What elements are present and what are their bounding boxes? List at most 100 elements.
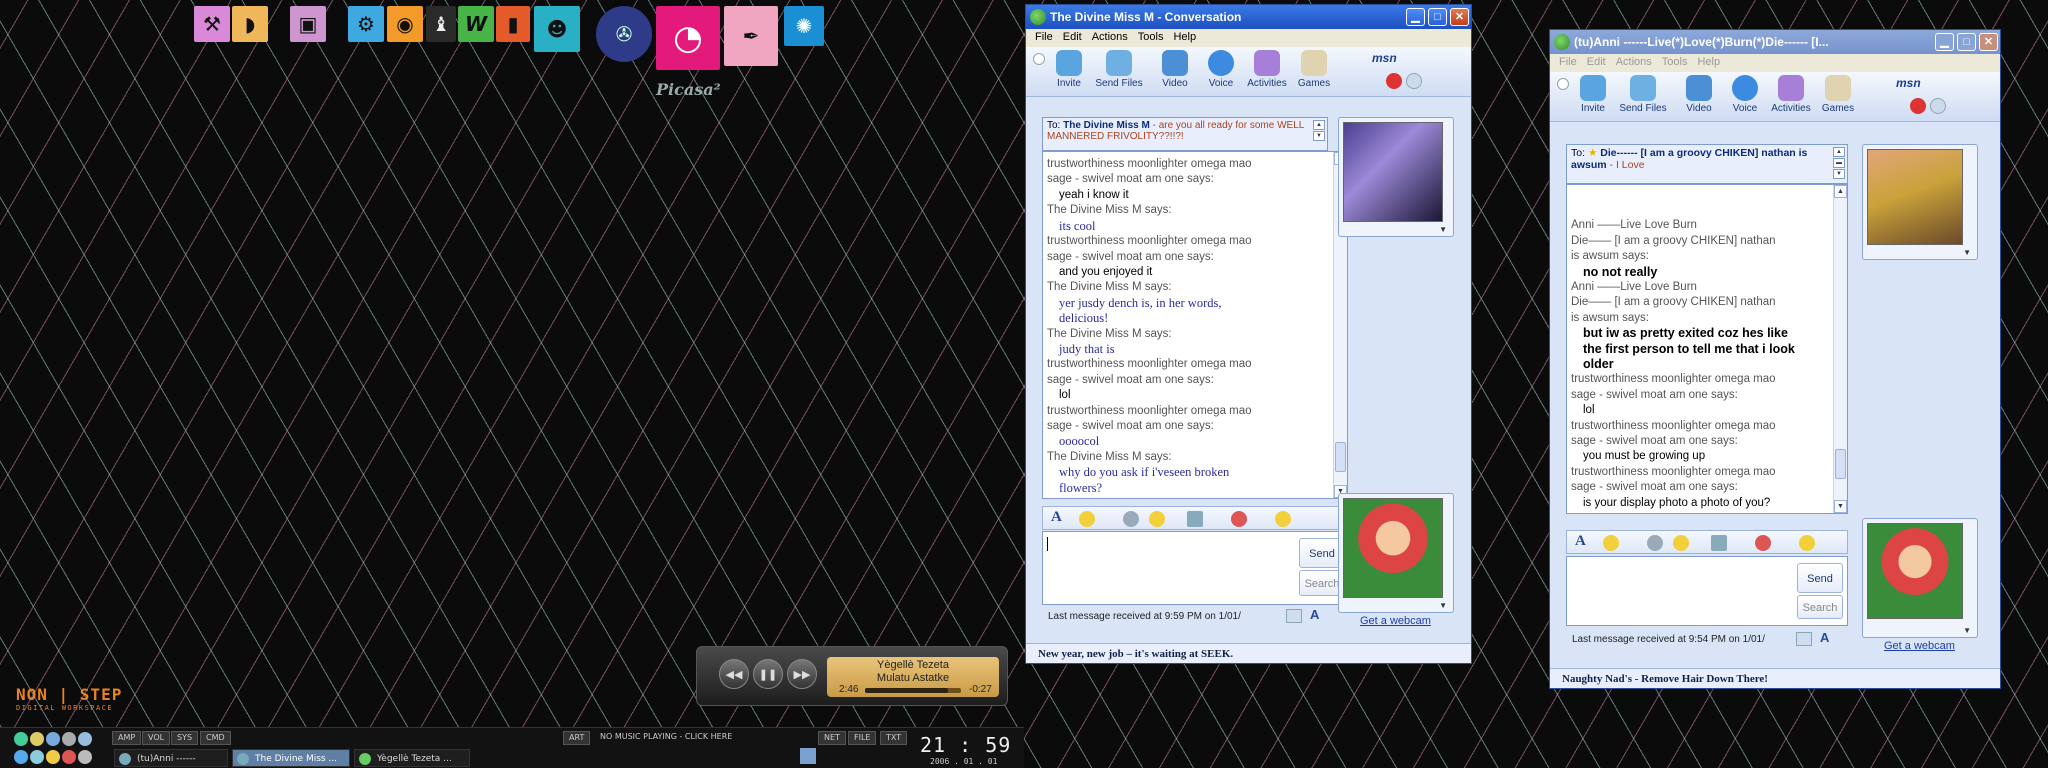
text-mode-icon[interactable]: A xyxy=(1820,630,1829,645)
my-display-picture[interactable]: ▼ xyxy=(1862,518,1978,638)
handwriting-icon[interactable] xyxy=(1286,609,1302,623)
smiley-icon[interactable] xyxy=(46,750,60,764)
tab-file[interactable]: FILE xyxy=(848,731,877,745)
maximize-button[interactable]: □ xyxy=(1428,8,1447,26)
background-icon[interactable] xyxy=(1406,73,1422,89)
maximize-button[interactable]: □ xyxy=(1957,33,1976,51)
scroll-up-button[interactable]: ▲ xyxy=(1834,185,1847,198)
tab-sys[interactable]: SYS xyxy=(171,731,199,745)
picasa-icon[interactable]: ◔ xyxy=(656,6,720,70)
activities-button[interactable]: Activities xyxy=(1766,75,1816,114)
title-bar[interactable]: The Divine Miss M - Conversation ▁ □ ✕ xyxy=(1026,5,1471,29)
word-icon[interactable]: W xyxy=(458,6,494,42)
notebook-icon[interactable]: ▮ xyxy=(496,6,530,42)
close-button[interactable]: ✕ xyxy=(1979,33,1998,51)
menu-help[interactable]: Help xyxy=(1168,29,1201,45)
get-webcam-link[interactable]: Get a webcam xyxy=(1360,615,1431,627)
dropdown-arrow-icon[interactable]: ▼ xyxy=(1963,626,1971,635)
task-yegelle[interactable]: Yègellè Tezeta ... xyxy=(354,749,470,767)
scroll-up-button[interactable]: ▲ xyxy=(1313,120,1325,130)
games-button[interactable]: Games xyxy=(1289,50,1339,89)
invite-button[interactable]: Invite xyxy=(1568,75,1618,114)
voice-button[interactable]: Voice xyxy=(1720,75,1770,114)
my-display-picture[interactable]: ▼ xyxy=(1338,493,1454,613)
send-files-button[interactable]: Send Files xyxy=(1618,75,1668,114)
feather-icon[interactable]: ✒ xyxy=(724,6,778,66)
tab-art[interactable]: ART xyxy=(563,731,591,745)
scroll-thumb[interactable] xyxy=(1835,449,1846,479)
minimize-button[interactable]: ▁ xyxy=(1406,8,1425,26)
menu-tools[interactable]: Tools xyxy=(1657,54,1693,70)
invite-button[interactable]: Invite xyxy=(1044,50,1094,89)
menu-file[interactable]: File xyxy=(1554,54,1582,70)
tab-txt[interactable]: TXT xyxy=(880,731,908,745)
dropdown-arrow-icon[interactable]: ▼ xyxy=(1963,248,1971,257)
emoticon-icon[interactable] xyxy=(1603,535,1619,551)
menu-actions[interactable]: Actions xyxy=(1087,29,1133,45)
handwriting-icon[interactable] xyxy=(1796,632,1812,646)
lips-icon[interactable]: ◗ xyxy=(232,6,268,42)
tab-cmd[interactable]: CMD xyxy=(200,731,231,745)
bike-icon[interactable]: ⚙ xyxy=(348,6,384,42)
play-pause-button[interactable]: ❚❚ xyxy=(753,659,783,689)
tab-net[interactable]: NET xyxy=(818,731,846,745)
now-playing-text[interactable]: NO MUSIC PLAYING - CLICK HERE xyxy=(600,732,732,741)
monitor-icon[interactable] xyxy=(46,732,60,746)
block-icon[interactable] xyxy=(1386,73,1402,89)
message-input[interactable]: Send Search xyxy=(1042,531,1348,605)
globe-icon[interactable] xyxy=(14,732,28,746)
search-icon[interactable] xyxy=(14,750,28,764)
telephone-icon[interactable]: ✇ xyxy=(596,6,652,62)
voice-clip-icon[interactable] xyxy=(1647,535,1663,551)
search-button[interactable]: Search xyxy=(1797,595,1843,619)
font-button[interactable]: A xyxy=(1051,509,1062,526)
task-anni[interactable]: (tu)Anni ------ xyxy=(114,749,228,767)
track-progress-bar[interactable] xyxy=(865,688,961,693)
settings-icon[interactable] xyxy=(78,750,92,764)
font-button[interactable]: A xyxy=(1575,533,1586,550)
contact-display-picture[interactable]: ▼ xyxy=(1338,117,1454,237)
games-button[interactable]: Games xyxy=(1813,75,1863,114)
folder-icon[interactable] xyxy=(30,732,44,746)
close-button[interactable]: ✕ xyxy=(1450,8,1469,26)
minimize-button[interactable]: ▁ xyxy=(1935,33,1954,51)
message-input[interactable]: Send Search xyxy=(1566,556,1848,626)
activities-button[interactable]: Activities xyxy=(1242,50,1292,89)
buddies-icon[interactable]: ☻ xyxy=(534,6,580,52)
wink-icon[interactable] xyxy=(1673,535,1689,551)
voice-button[interactable]: Voice xyxy=(1196,50,1246,89)
tab-vol[interactable]: VOL xyxy=(142,731,171,745)
user-icon[interactable] xyxy=(62,732,76,746)
scroll-up-button[interactable]: ▲ xyxy=(1833,147,1845,157)
background-picker-icon[interactable] xyxy=(1187,511,1203,527)
menu-edit[interactable]: Edit xyxy=(1058,29,1087,45)
history-scrollbar[interactable]: ▲ ▼ xyxy=(1833,185,1847,513)
box-icon[interactable]: ▣ xyxy=(290,6,326,42)
background-icon[interactable] xyxy=(1930,98,1946,114)
scroll-mid-button[interactable]: ▬ xyxy=(1833,158,1845,168)
scroll-down-button[interactable]: ▼ xyxy=(1833,169,1845,179)
menu-file[interactable]: File xyxy=(1030,29,1058,45)
video-button[interactable]: Video xyxy=(1674,75,1724,114)
chess-icon[interactable]: ♝ xyxy=(426,6,456,42)
gift-icon[interactable] xyxy=(1231,511,1247,527)
scroll-down-button[interactable]: ▼ xyxy=(1834,500,1847,513)
gift-icon[interactable] xyxy=(1755,535,1771,551)
dropdown-arrow-icon[interactable]: ▼ xyxy=(1439,601,1447,610)
tools-icon[interactable]: ⚒ xyxy=(194,6,230,42)
cd-icon[interactable] xyxy=(78,732,92,746)
mail-icon[interactable] xyxy=(30,750,44,764)
previous-button[interactable]: ◀◀ xyxy=(719,659,749,689)
status-ad[interactable]: New year, new job – it's waiting at SEEK… xyxy=(1026,643,1471,663)
menu-help[interactable]: Help xyxy=(1692,54,1725,70)
tab-amp[interactable]: AMP xyxy=(112,731,142,745)
next-button[interactable]: ▶▶ xyxy=(787,659,817,689)
title-bar[interactable]: (tu)Anni ------Live(*)Love(*)Burn(*)Die-… xyxy=(1550,30,2000,54)
status-ad[interactable]: Naughty Nad's - Remove Hair Down There! xyxy=(1550,668,2000,688)
send-button[interactable]: Send xyxy=(1797,563,1843,593)
voice-clip-icon[interactable] xyxy=(1123,511,1139,527)
video-button[interactable]: Video xyxy=(1150,50,1200,89)
emoticon-icon[interactable] xyxy=(1079,511,1095,527)
text-mode-icon[interactable]: A xyxy=(1310,607,1319,622)
send-files-button[interactable]: Send Files xyxy=(1094,50,1144,89)
